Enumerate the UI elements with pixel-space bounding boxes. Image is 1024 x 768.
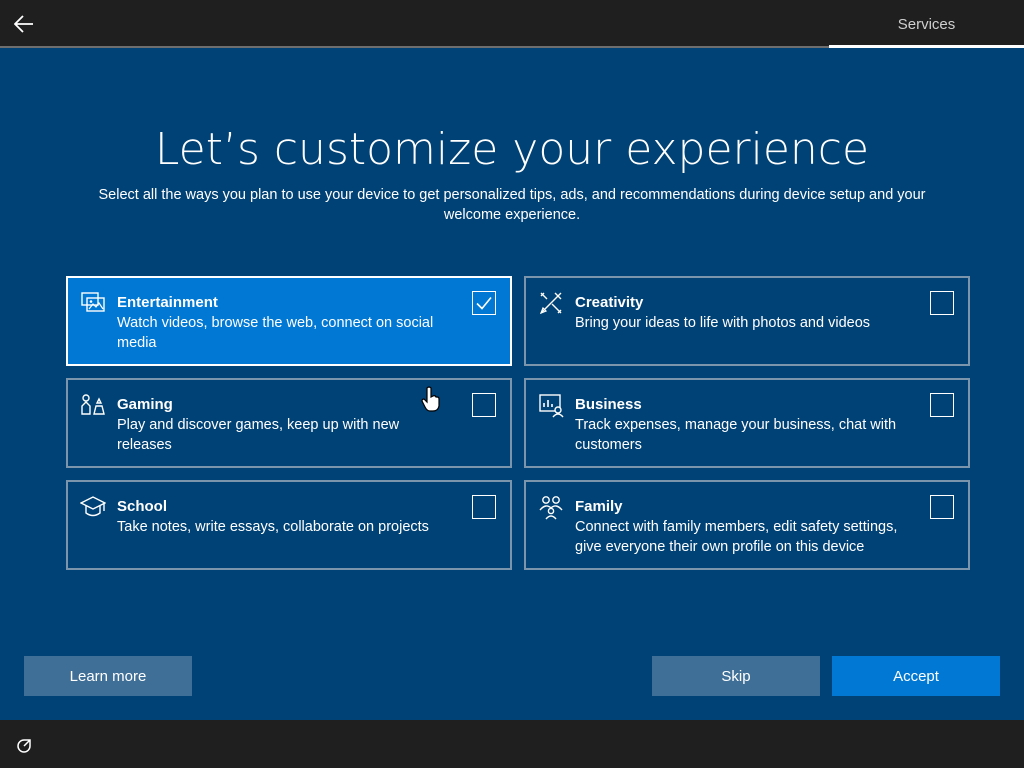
option-card-creativity[interactable]: Creativity Bring your ideas to life with… xyxy=(524,276,970,366)
option-title: Creativity xyxy=(575,294,644,311)
option-title: School xyxy=(117,498,168,515)
learn-more-button[interactable]: Learn more xyxy=(24,656,192,696)
arrow-left-icon xyxy=(14,15,33,33)
creativity-icon xyxy=(538,290,564,316)
option-card-entertainment[interactable]: Entertainment Watch videos, browse the w… xyxy=(66,276,512,366)
option-title: Family xyxy=(575,498,623,515)
accessibility-icon xyxy=(17,739,31,753)
option-checkbox[interactable] xyxy=(930,291,954,315)
tab-services[interactable]: Services xyxy=(829,0,1024,48)
option-description: Play and discover games, keep up with ne… xyxy=(117,417,400,453)
option-title: Business xyxy=(575,396,642,413)
skip-button[interactable]: Skip xyxy=(652,656,820,696)
option-title: Gaming xyxy=(117,396,173,413)
option-checkbox-checked[interactable] xyxy=(472,291,496,315)
school-icon xyxy=(79,494,107,520)
family-icon xyxy=(538,494,564,520)
option-description: Bring your ideas to life with photos and… xyxy=(575,315,871,331)
option-card-family[interactable]: Family Connect with family members, edit… xyxy=(524,480,970,570)
accessibility-button[interactable] xyxy=(12,734,36,758)
option-card-gaming[interactable]: Gaming Play and discover games, keep up … xyxy=(66,378,512,468)
option-title: Entertainment xyxy=(117,294,218,311)
option-checkbox[interactable] xyxy=(472,393,496,417)
option-checkbox[interactable] xyxy=(472,495,496,519)
checkmark-icon xyxy=(476,296,492,310)
option-description: Take notes, write essays, collaborate on… xyxy=(117,519,429,535)
page-subtitle: Select all the ways you plan to use your… xyxy=(98,187,926,223)
tab-active-indicator xyxy=(829,45,1024,48)
entertainment-icon xyxy=(80,290,106,316)
option-card-school[interactable]: School Take notes, write essays, collabo… xyxy=(66,480,512,570)
option-description: Track expenses, manage your business, ch… xyxy=(575,417,897,453)
gaming-icon xyxy=(80,392,106,418)
option-description: Connect with family members, edit safety… xyxy=(575,519,898,555)
option-checkbox[interactable] xyxy=(930,495,954,519)
hand-pointer-cursor-icon xyxy=(421,386,441,412)
bottom-bar xyxy=(0,720,1024,768)
page-title: Let’s customize your experience xyxy=(154,124,870,175)
option-description: Watch videos, browse the web, connect on… xyxy=(117,315,434,351)
accept-button[interactable]: Accept xyxy=(832,656,1000,696)
option-checkbox[interactable] xyxy=(930,393,954,417)
option-card-business[interactable]: Business Track expenses, manage your bus… xyxy=(524,378,970,468)
back-button[interactable] xyxy=(8,8,40,40)
business-icon xyxy=(538,392,564,418)
